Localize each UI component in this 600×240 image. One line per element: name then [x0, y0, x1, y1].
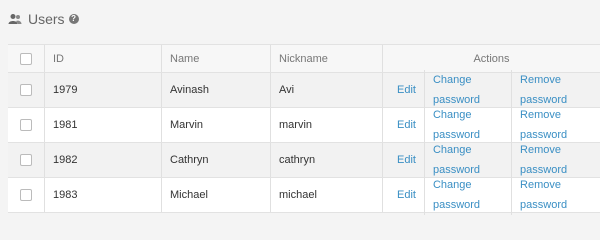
edit-link[interactable]: Edit — [389, 185, 424, 205]
row-checkbox[interactable] — [20, 84, 32, 97]
select-all-cell — [8, 45, 45, 73]
select-all-checkbox[interactable] — [20, 52, 32, 65]
row-actions: Edit Change password Remove password — [383, 105, 600, 145]
cell-name: Marvin — [161, 107, 271, 143]
help-icon[interactable]: ? — [68, 14, 79, 24]
row-select-cell — [8, 72, 45, 108]
row-actions: Edit Change password Remove password — [383, 175, 600, 215]
remove-password-link[interactable]: Remove password — [511, 105, 600, 145]
cell-nickname: michael — [270, 177, 383, 213]
table-row: 1983 Michael michael Edit Change password Rem… — [8, 175, 600, 215]
row-actions: Edit Change password Remove password — [383, 70, 600, 110]
cell-nickname: Avi — [270, 72, 383, 108]
change-password-link[interactable]: Change password — [423, 70, 511, 110]
edit-link[interactable]: Edit — [389, 150, 424, 170]
row-checkbox[interactable] — [20, 189, 32, 202]
cell-actions: Edit Change password Remove password — [382, 105, 600, 145]
change-password-link[interactable]: Change password — [423, 140, 511, 180]
row-select-cell — [8, 142, 45, 178]
row-select-cell — [8, 107, 45, 143]
column-header-actions: Actions — [382, 45, 600, 73]
cell-nickname: cathryn — [270, 142, 383, 178]
cell-id: 1982 — [44, 142, 162, 178]
cell-name: Avinash — [161, 72, 271, 108]
table-header-row: ID Name Nickname Actions — [8, 45, 600, 73]
row-select-cell — [8, 177, 45, 213]
cell-nickname: marvin — [270, 107, 383, 143]
column-header-nickname[interactable]: Nickname — [270, 45, 383, 73]
remove-password-link[interactable]: Remove password — [511, 140, 600, 180]
cell-id: 1981 — [44, 107, 162, 143]
row-checkbox[interactable] — [20, 154, 32, 167]
change-password-link[interactable]: Change password — [423, 105, 511, 145]
cell-actions: Edit Change password Remove password — [382, 140, 600, 180]
table-row: 1979 Avinash Avi Edit Change password Remove … — [8, 70, 600, 110]
edit-link[interactable]: Edit — [389, 115, 424, 135]
cell-name: Michael — [161, 177, 271, 213]
users-table: ID Name Nickname Actions 1979 Avinash Avi E… — [8, 44, 600, 215]
edit-link[interactable]: Edit — [389, 80, 424, 100]
row-actions: Edit Change password Remove password — [383, 140, 600, 180]
column-header-name[interactable]: Name — [161, 45, 271, 73]
page-title: Users — [28, 11, 65, 27]
remove-password-link[interactable]: Remove password — [511, 70, 600, 110]
row-checkbox[interactable] — [20, 119, 32, 132]
cell-actions: Edit Change password Remove password — [382, 175, 600, 215]
cell-name: Cathryn — [161, 142, 271, 178]
cell-id: 1979 — [44, 72, 162, 108]
table-row: 1982 Cathryn cathryn Edit Change password Rem… — [8, 140, 600, 180]
cell-id: 1983 — [44, 177, 162, 213]
column-header-id[interactable]: ID — [44, 45, 162, 73]
page-header: Users ? — [8, 8, 79, 30]
remove-password-link[interactable]: Remove password — [511, 175, 600, 215]
change-password-link[interactable]: Change password — [423, 175, 511, 215]
table-row: 1981 Marvin marvin Edit Change password Remov… — [8, 105, 600, 145]
users-icon — [8, 13, 22, 25]
cell-actions: Edit Change password Remove password — [382, 70, 600, 110]
